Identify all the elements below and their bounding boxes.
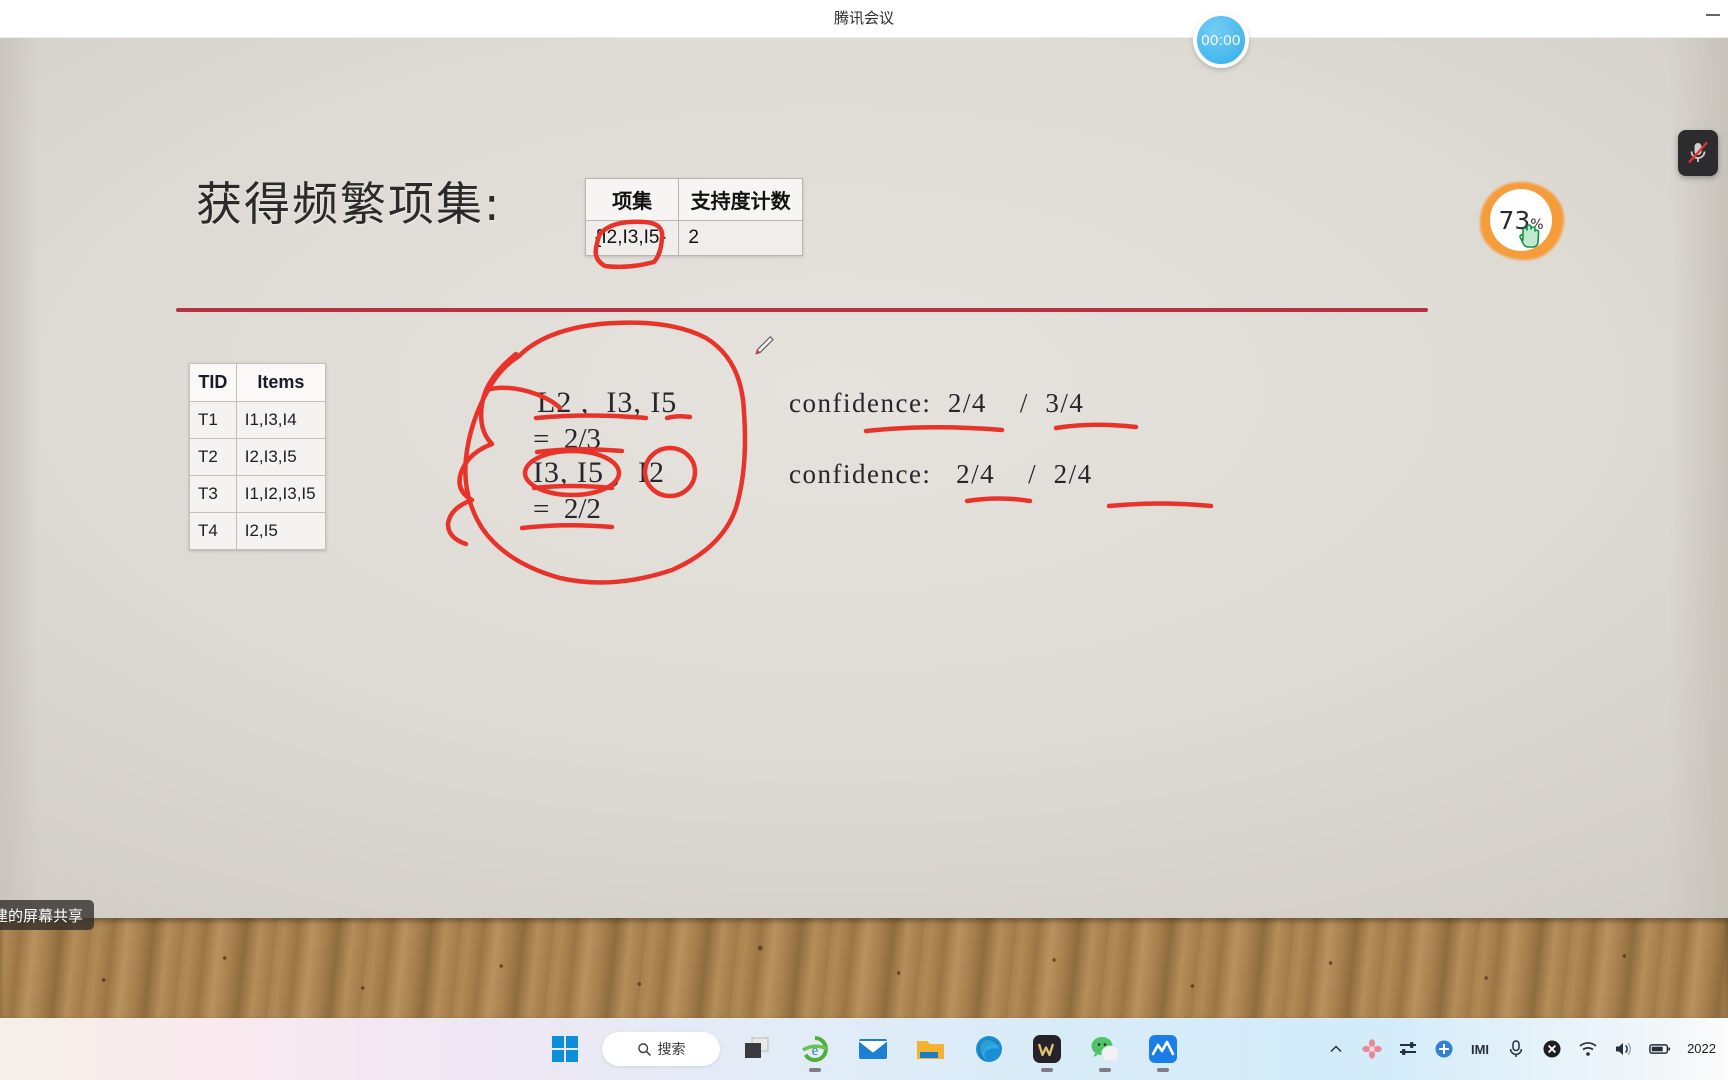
cell-support-count: 2 [678,220,803,256]
imi-text-icon: IMI [1471,1042,1489,1057]
internet-explorer-icon[interactable]: e [794,1028,836,1072]
running-indicator [1041,1068,1053,1072]
table-header-row: TID Items [189,363,327,402]
hand-cursor-icon [1519,224,1540,248]
table-row: T2 I2,I3,I5 [189,438,327,476]
imi-input-icon[interactable]: IMI [1469,1038,1491,1060]
red-divider-line [176,308,1428,312]
battery-level-icon [1649,1044,1671,1054]
wechat-icon[interactable] [1084,1028,1126,1072]
annotation-line-2: = 2/3 [533,423,601,455]
windows-logo-icon [552,1036,578,1062]
flower-app-icon[interactable] [1361,1038,1383,1060]
confidence-line-2: confidence: 2/4 / 2/4 [789,459,1093,489]
running-indicator [809,1068,821,1072]
cell-items: I1,I3,I4 [235,401,327,439]
header-tid: TID [189,363,237,402]
running-indicator [1157,1068,1169,1072]
edge-logo-icon [976,1036,1002,1062]
confidence-line-1: confidence: 2/4 / 3/4 [789,388,1085,418]
mail-envelope-icon [858,1039,888,1059]
wechat-logo-icon [1091,1037,1119,1063]
table-row: T1 I1,I3,I4 [189,401,327,439]
table-row: {I2,I3,I5} 2 [584,220,803,256]
tencent-meeting-icon[interactable] [1142,1028,1184,1072]
search-placeholder-label: 搜索 [657,1041,686,1057]
task-view-button[interactable] [736,1028,778,1070]
microphone-tray-icon [1509,1040,1523,1057]
header-items: Items [235,363,327,402]
minimize-button[interactable] [1706,14,1720,16]
windows-taskbar: 搜索 e IMI 2022 [0,1018,1728,1080]
taskbar-clock[interactable]: 2022 [1685,1041,1716,1057]
cell-items: I2,I3,I5 [235,438,327,476]
mail-icon[interactable] [852,1028,894,1070]
tencent-meeting-logo-icon [1149,1035,1177,1063]
cell-items: I2,I5 [235,512,327,550]
wifi-signal-icon [1579,1042,1597,1056]
cell-tid: T1 [189,401,237,439]
window-title: 腾讯会议 [833,10,894,27]
support-count-table: 项集 支持度计数 {I2,I3,I5} 2 [584,178,803,256]
speaker-icon [1616,1042,1632,1056]
internet-explorer-logo-icon: e [802,1036,828,1062]
microsoft-edge-icon[interactable] [968,1028,1010,1070]
search-icon [637,1042,651,1056]
cell-items: I1,I2,I3,I5 [235,475,327,513]
header-support-count: 支持度计数 [678,178,803,221]
header-itemset: 项集 [584,178,680,221]
zoom-level-badge[interactable]: 73% [1480,182,1564,260]
meeting-timer-value: 00:00 [1201,31,1241,49]
battery-icon[interactable] [1649,1038,1671,1060]
cell-tid: T3 [189,475,237,513]
task-view-icon [745,1037,769,1058]
table-row: T3 I1,I2,I3,I5 [189,475,327,513]
meeting-window-titlebar: 腾讯会议 [0,0,1728,38]
start-button[interactable] [544,1028,586,1070]
cell-tid: T4 [189,512,237,550]
chevron-up-icon [1330,1045,1342,1053]
slide-heading: 获得频繁项集: [196,177,502,231]
close-circle-icon [1543,1040,1561,1058]
sliders-icon [1400,1042,1417,1055]
microphone-muted-icon [1688,141,1708,164]
annotation-line-1: L2 , I3, I5 [537,386,678,419]
transaction-table: TID Items T1 I1,I3,I4 T2 I2,I3,I5 T3 I1,… [189,363,327,550]
update-circle-icon [1435,1040,1453,1058]
room-floor [0,918,1728,1018]
pen-cursor-icon [755,335,774,355]
microphone-muted-badge[interactable] [1678,130,1718,176]
show-hidden-icons-chevron[interactable] [1325,1038,1347,1060]
cell-itemset: {I2,I3,I5} [584,220,680,256]
folder-icon [917,1041,944,1059]
table-header-row: 项集 支持度计数 [584,178,803,221]
wps-office-icon[interactable] [1026,1028,1068,1072]
wps-logo-icon [1033,1035,1061,1063]
search-input[interactable]: 搜索 [602,1032,720,1066]
flower-icon [1362,1039,1382,1059]
update-icon[interactable] [1433,1038,1455,1060]
floor-knots [0,918,1728,1018]
cell-tid: T2 [189,438,237,476]
running-indicator [1099,1068,1111,1072]
svg-text:IMI: IMI [1471,1042,1489,1057]
svg-text:e: e [812,1043,819,1059]
shared-screen-content[interactable]: 获得频繁项集: 项集 支持度计数 {I2,I3,I5} 2 TID Items … [0,38,1728,918]
sound-mixer-icon[interactable] [1397,1038,1419,1060]
wifi-icon[interactable] [1577,1038,1599,1060]
table-row: T4 I2,I5 [189,512,327,550]
microphone-icon[interactable] [1505,1038,1527,1060]
volume-icon[interactable] [1613,1038,1635,1060]
screen-share-tooltip: 建的屏幕共享 [0,900,94,930]
file-explorer-icon[interactable] [910,1028,952,1070]
annotation-line-3: I3, I5 , I2 [533,456,665,489]
meeting-timer-badge[interactable]: 00:00 [1193,12,1249,68]
close-status-icon[interactable] [1541,1038,1563,1060]
system-tray: IMI 2022 [1325,1018,1724,1080]
screen-root: 腾讯会议 获得频繁项集: 项集 支持度计数 {I2,I3,I5} 2 TID I… [0,0,1728,1080]
annotation-line-4: = 2/2 [533,493,601,525]
